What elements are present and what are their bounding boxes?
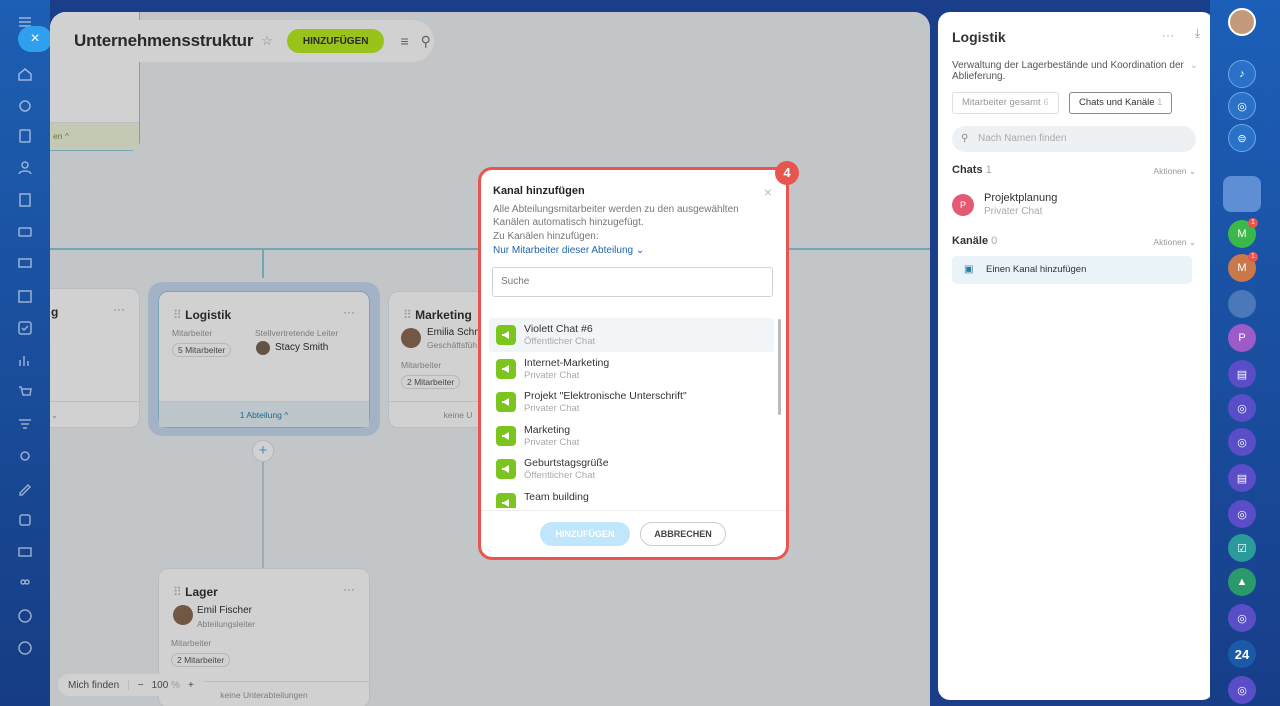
list-item[interactable]: Projekt "Elektronische Unterschrift" Pri…	[489, 385, 774, 419]
chats-section-title: Chats 1	[952, 164, 992, 176]
list-item[interactable]: Team building	[489, 486, 774, 508]
channel-name: Marketing	[524, 423, 571, 436]
channel-type: Privater Chat	[524, 403, 580, 415]
tab-chats-channels[interactable]: Chats und Kanäle 1	[1069, 92, 1173, 114]
channel-search-input[interactable]: Suche	[492, 267, 773, 297]
megaphone-icon	[496, 325, 516, 345]
tasks-icon[interactable]	[17, 320, 33, 336]
chat-type: Privater Chat	[984, 206, 1043, 217]
tab-staff[interactable]: Mitarbeiter gesamt 6	[952, 92, 1059, 114]
megaphone-icon	[496, 425, 516, 446]
chart-icon[interactable]	[17, 352, 33, 368]
more-icon[interactable]	[17, 640, 33, 656]
search-chat-icon[interactable]: ⊜	[1228, 124, 1256, 152]
file-icon[interactable]	[17, 192, 33, 208]
channel-name: Internet-Marketing	[524, 356, 610, 369]
channel-icon[interactable]: ◎	[1228, 394, 1256, 422]
channel-icon[interactable]: ◎	[1228, 604, 1256, 632]
chats-actions-menu[interactable]: Aktionen ⌄	[1153, 166, 1196, 177]
home-icon[interactable]	[17, 66, 33, 82]
filter-icon[interactable]	[17, 416, 33, 432]
active-chat-avatar[interactable]	[1223, 176, 1261, 212]
channel-icon[interactable]: ◎	[1228, 676, 1256, 704]
channel-name: Team building	[524, 490, 589, 503]
dialog-footer-divider	[481, 510, 786, 511]
group-avatar[interactable]	[1228, 290, 1256, 318]
megaphone-icon	[496, 358, 516, 379]
tasks-icon[interactable]: ☑	[1228, 534, 1256, 562]
stream-icon[interactable]: ◎	[1228, 92, 1256, 120]
channel-list: Violett Chat #6 Öffentlicher Chat Intern…	[489, 318, 774, 508]
dialog-title: Kanal hinzufügen	[493, 185, 585, 197]
chat-bubble-icon: ▣	[964, 264, 974, 275]
structure-icon[interactable]	[17, 544, 33, 560]
channel-icon[interactable]: ◎	[1228, 500, 1256, 528]
card-icon[interactable]	[17, 224, 33, 240]
pen-icon[interactable]	[17, 480, 33, 496]
more-options-icon[interactable]: ···	[1162, 28, 1174, 42]
close-icon[interactable]: ×	[764, 184, 772, 200]
channel-type: Privater Chat	[524, 369, 580, 381]
channel-name: Geburtstagsgrüße	[524, 457, 609, 470]
channels-actions-menu[interactable]: Aktionen ⌄	[1153, 237, 1196, 248]
monitor-icon[interactable]	[17, 256, 33, 272]
right-sidebar: ♪ ◎ ⊜ M 1 M 1 P ▤ ◎ ◎ ▤ ◎ ☑ ▲ ◎ 24 ◎	[1210, 0, 1280, 706]
megaphone-icon	[496, 492, 516, 508]
list-item[interactable]: Marketing Privater Chat	[489, 419, 774, 453]
calendar-icon[interactable]	[17, 288, 33, 304]
megaphone-icon	[496, 459, 516, 480]
list-scrollbar[interactable]	[778, 319, 781, 415]
left-sidebar: ×	[0, 0, 52, 706]
avatar[interactable]: P	[1228, 324, 1256, 352]
channel-type: Öffentlicher Chat	[524, 336, 596, 347]
document-icon[interactable]	[17, 128, 33, 144]
panel-title: Logistik	[952, 29, 1006, 45]
search-icon: ⚲	[961, 133, 969, 144]
department-description: Verwaltung der Lagerbestände und Koordin…	[952, 60, 1184, 82]
step-badge: 4	[775, 161, 799, 185]
megaphone-icon	[496, 392, 516, 413]
list-item[interactable]: Violett Chat #6 Öffentlicher Chat	[489, 318, 774, 352]
chat-icon[interactable]: ▤	[1228, 360, 1256, 388]
chat-name[interactable]: Projektplanung	[984, 192, 1057, 204]
group-icon[interactable]	[17, 576, 33, 592]
channel-type: Privater Chat	[524, 436, 580, 448]
users-icon[interactable]	[17, 160, 33, 176]
channel-name: Violett Chat #6	[524, 323, 593, 335]
panel-search-input[interactable]: ⚲ Nach Namen finden	[952, 126, 1196, 152]
cart-icon[interactable]	[17, 384, 33, 400]
channel-icon[interactable]: ◎	[1228, 428, 1256, 456]
add-to-label: Zu Kanälen hinzufügen:	[493, 231, 599, 242]
dialog-description: Alle Abteilungsmitarbeiter werden zu den…	[493, 204, 739, 228]
avatar[interactable]: P	[952, 194, 974, 216]
chevron-down-icon: ⌄	[635, 245, 645, 256]
channel-name: Projekt "Elektronische Unterschrift"	[524, 390, 687, 403]
puzzle-icon[interactable]	[17, 98, 33, 114]
notification-badge: 1	[1248, 218, 1258, 228]
channels-section-title: Kanäle 0	[952, 235, 998, 247]
chat-icon[interactable]: ▤	[1228, 464, 1256, 492]
bell-icon[interactable]: ♪	[1228, 60, 1256, 88]
add-channel-button[interactable]: ▣ Einen Kanal hinzufügen	[952, 256, 1192, 284]
gear-icon[interactable]	[17, 448, 33, 464]
bitrix24-logo[interactable]: 24	[1228, 640, 1256, 668]
cancel-button[interactable]: ABBRECHEN	[640, 522, 726, 546]
lock-icon[interactable]: ▲	[1228, 568, 1256, 596]
scope-selector[interactable]: Nur Mitarbeiter dieser Abteilung ⌄	[493, 245, 644, 256]
list-item[interactable]: Geburtstagsgrüße Öffentlicher Chat	[489, 452, 774, 486]
confirm-add-button[interactable]: HINZUFÜGEN	[540, 522, 630, 546]
close-slider-button[interactable]: ×	[18, 26, 52, 52]
add-channel-dialog: Kanal hinzufügen × Alle Abteilungsmitarb…	[478, 167, 789, 560]
list-item[interactable]: Internet-Marketing Privater Chat	[489, 352, 774, 386]
box-icon[interactable]	[17, 512, 33, 528]
collapse-icon[interactable]: ⤓	[1195, 26, 1200, 41]
user-avatar[interactable]	[1228, 8, 1256, 36]
department-detail-panel: Logistik ··· ⤓ Verwaltung der Lagerbestä…	[938, 12, 1214, 700]
chevron-down-icon[interactable]: ⌄	[1190, 60, 1198, 71]
notification-badge: 1	[1248, 252, 1258, 262]
help-icon[interactable]	[17, 608, 33, 624]
channel-type: Öffentlicher Chat	[524, 470, 596, 482]
